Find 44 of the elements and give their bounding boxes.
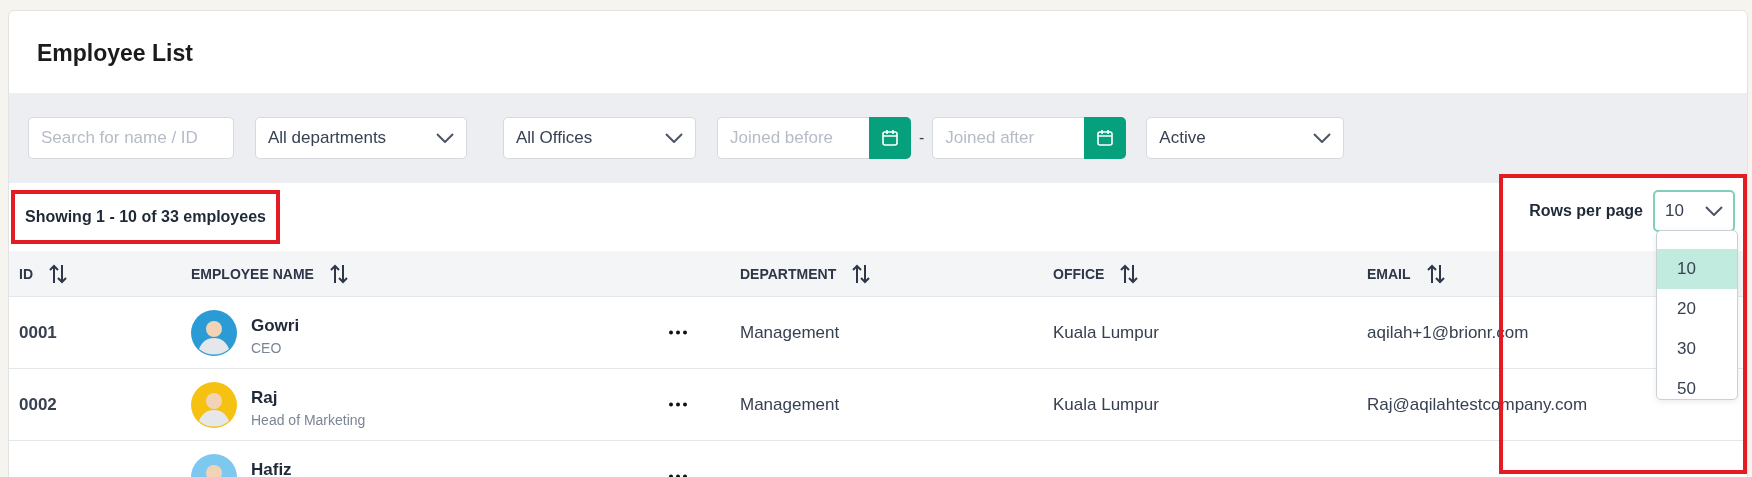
more-icon xyxy=(668,402,688,407)
rows-per-page-select[interactable]: 10 xyxy=(1653,190,1735,232)
column-header: ID xyxy=(19,265,33,282)
chevron-down-icon xyxy=(436,133,454,143)
table-cell-text: Kuala Lumpur xyxy=(1053,322,1160,343)
table-cell-text: 0002 xyxy=(19,394,58,415)
sort-icon[interactable] xyxy=(47,262,69,285)
calendar-button[interactable] xyxy=(1084,117,1127,159)
dropdown-option[interactable]: 20 xyxy=(1657,289,1737,329)
employee-name: Gowri xyxy=(251,315,300,336)
chevron-down-icon xyxy=(1313,133,1332,143)
chevron-down-icon xyxy=(1705,206,1723,216)
column-header: EMAIL xyxy=(1367,265,1411,282)
status-select[interactable]: Active xyxy=(1146,117,1345,159)
office-select[interactable]: All Offices xyxy=(503,117,696,159)
date-field[interactable]: Joined before xyxy=(717,117,869,159)
employee-role: Head of Marketing xyxy=(251,411,366,428)
column-header: OFFICE xyxy=(1053,265,1105,282)
more-icon xyxy=(668,330,688,335)
calendar-button[interactable] xyxy=(869,117,911,159)
date-field[interactable]: Joined after xyxy=(932,117,1085,159)
results-count: Showing 1 - 10 of 33 employees xyxy=(11,190,280,244)
calendar-icon xyxy=(1096,129,1115,147)
employee-role: CEO xyxy=(251,339,283,356)
search-field[interactable]: Search for name / ID xyxy=(28,117,234,159)
column-header: DEPARTMENT xyxy=(740,265,837,282)
column-header: EMPLOYEE NAME xyxy=(191,265,314,282)
dropdown-option[interactable]: 50 xyxy=(1657,369,1737,409)
sort-icon[interactable] xyxy=(1118,262,1141,285)
table-cell-text: Management xyxy=(740,322,841,343)
table-cell-text: 0001 xyxy=(19,322,58,343)
chevron-down-icon xyxy=(665,133,683,143)
department-select[interactable]: All departments xyxy=(255,117,467,159)
employee-name: Raj xyxy=(251,387,279,408)
calendar-icon xyxy=(881,129,899,147)
dropdown-option[interactable]: 10 xyxy=(1657,249,1737,289)
rows-per-page-label: Rows per page xyxy=(1529,202,1643,220)
employee-name: Hafiz xyxy=(251,459,292,477)
sort-icon[interactable] xyxy=(850,262,873,285)
range-separator: - xyxy=(919,129,925,147)
page-title: Employee List xyxy=(36,39,194,68)
table-cell-text: Kuala Lumpur xyxy=(1053,394,1160,415)
table-cell-text: Management xyxy=(740,394,841,415)
dropdown-option[interactable]: 30 xyxy=(1657,329,1737,369)
